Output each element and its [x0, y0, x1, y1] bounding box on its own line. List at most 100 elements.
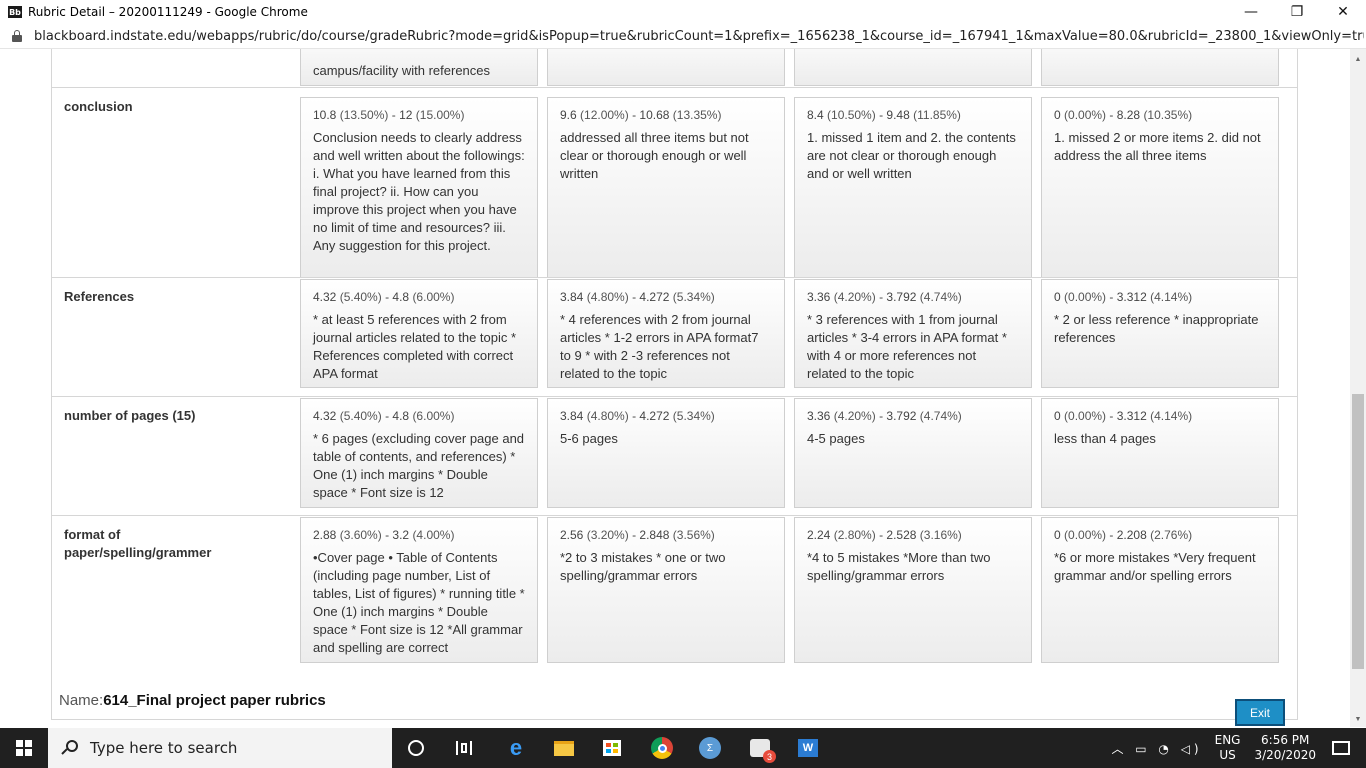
points-range: 0 (0.00%) - 3.312 (4.14%) [1054, 290, 1193, 304]
cell-description: *4 to 5 mistakes *More than two spelling… [807, 550, 991, 583]
points-range: 2.88 (3.60%) - 3.2 (4.00%) [313, 528, 455, 542]
cell-description: Conclusion needs to clearly address and … [313, 130, 525, 253]
rubric-cell[interactable]: 2.24 (2.80%) - 2.528 (3.16%) *4 to 5 mis… [794, 517, 1032, 663]
notification-center-icon[interactable] [1332, 741, 1350, 755]
rubric-cell[interactable]: 4.32 (5.40%) - 4.8 (6.00%) * 6 pages (ex… [300, 398, 538, 508]
chrome-icon[interactable] [650, 736, 674, 760]
rubric-cell[interactable] [547, 49, 785, 86]
file-explorer-icon[interactable] [552, 736, 576, 760]
url-text[interactable]: blackboard.indstate.edu/webapps/rubric/d… [34, 29, 1364, 44]
windows-taskbar: Type here to search e Σ 3 W ︿ ▭ ◔ ◁) ENG… [0, 728, 1366, 768]
cell-description: 1. missed 2 or more items 2. did not add… [1054, 130, 1261, 163]
rubric-cell[interactable]: 9.6 (12.00%) - 10.68 (13.35%) addressed … [547, 97, 785, 278]
rubric-cell[interactable]: 4.32 (5.40%) - 4.8 (6.00%) * at least 5 … [300, 279, 538, 388]
points-range: 3.36 (4.20%) - 3.792 (4.74%) [807, 409, 962, 423]
rubric-cell[interactable]: 0 (0.00%) - 3.312 (4.14%) less than 4 pa… [1041, 398, 1279, 508]
points-range: 3.84 (4.80%) - 4.272 (5.34%) [560, 290, 715, 304]
points-range: 4.32 (5.40%) - 4.8 (6.00%) [313, 409, 455, 423]
scroll-thumb[interactable] [1352, 394, 1364, 669]
criterion-label: number of pages (15) [64, 408, 196, 423]
criterion-label: References [64, 289, 135, 304]
rubric-cell[interactable]: 3.84 (4.80%) - 4.272 (5.34%) 5-6 pages [547, 398, 785, 508]
cell-description: *2 to 3 mistakes * one or two spelling/g… [560, 550, 726, 583]
rubric-cell[interactable] [1041, 49, 1279, 86]
rubric-cell[interactable]: 8.4 (10.50%) - 9.48 (11.85%) 1. missed 1… [794, 97, 1032, 278]
rubric-cell[interactable]: campus/facility with references [300, 49, 538, 86]
language-indicator[interactable]: ENG US [1215, 733, 1241, 763]
window-controls: — ❐ ✕ [1228, 0, 1366, 24]
restore-button[interactable]: ❐ [1274, 0, 1320, 24]
criterion-label: format of paper/spelling/grammer [64, 527, 212, 560]
lock-icon[interactable] [12, 30, 22, 42]
cell-description: less than 4 pages [1054, 431, 1156, 446]
rubric-cell[interactable]: 3.84 (4.80%) - 4.272 (5.34%) * 4 referen… [547, 279, 785, 388]
app-icon-with-badge[interactable]: 3 [748, 736, 776, 763]
scroll-up-arrow-icon[interactable]: ▲ [1350, 51, 1366, 67]
close-button[interactable]: ✕ [1320, 0, 1366, 24]
rubric-grid: campus/facility with references conclusi… [51, 49, 1298, 720]
rubric-row-number-of-pages: number of pages (15) 4.32 (5.40%) - 4.8 … [52, 396, 1297, 515]
cortana-icon[interactable] [404, 736, 428, 760]
cell-description: addressed all three items but not clear … [560, 130, 749, 181]
points-range: 4.32 (5.40%) - 4.8 (6.00%) [313, 290, 455, 304]
rubric-row-references: References 4.32 (5.40%) - 4.8 (6.00%) * … [52, 277, 1297, 396]
minimize-button[interactable]: — [1228, 0, 1274, 24]
cell-description: * 2 or less reference * inappropriate re… [1054, 312, 1259, 345]
cell-description: * 3 references with 1 from journal artic… [807, 312, 1007, 381]
rubric-row-format: format of paper/spelling/grammer 2.88 (3… [52, 515, 1297, 669]
cell-description: 1. missed 1 item and 2. the contents are… [807, 130, 1016, 181]
notification-badge: 3 [763, 750, 776, 763]
page-content: campus/facility with references conclusi… [0, 49, 1350, 727]
points-range: 3.84 (4.80%) - 4.272 (5.34%) [560, 409, 715, 423]
cell-description: •Cover page • Table of Contents (includi… [313, 550, 525, 655]
rubric-cell[interactable]: 0 (0.00%) - 2.208 (2.76%) *6 or more mis… [1041, 517, 1279, 663]
rubric-name: Name:614_Final project paper rubrics [59, 692, 326, 709]
points-range: 0 (0.00%) - 3.312 (4.14%) [1054, 409, 1193, 423]
rubric-row-partial: campus/facility with references [52, 49, 1297, 87]
points-range: 2.56 (3.20%) - 2.848 (3.56%) [560, 528, 715, 542]
blackboard-logo-icon: Bb [8, 6, 22, 18]
rubric-cell[interactable]: 3.36 (4.20%) - 3.792 (4.74%) 4-5 pages [794, 398, 1032, 508]
rubric-row-conclusion: conclusion 10.8 (13.50%) - 12 (15.00%) C… [52, 87, 1297, 278]
cell-description: 5-6 pages [560, 431, 618, 446]
rubric-cell[interactable]: 10.8 (13.50%) - 12 (15.00%) Conclusion n… [300, 97, 538, 278]
points-range: 2.24 (2.80%) - 2.528 (3.16%) [807, 528, 962, 542]
cell-description: * 4 references with 2 from journal artic… [560, 312, 759, 381]
rubric-cell[interactable]: 3.36 (4.20%) - 3.792 (4.74%) * 3 referen… [794, 279, 1032, 388]
points-range: 0 (0.00%) - 2.208 (2.76%) [1054, 528, 1193, 542]
criterion-label: conclusion [64, 99, 133, 114]
scroll-down-arrow-icon[interactable]: ▼ [1350, 711, 1366, 727]
points-range: 8.4 (10.50%) - 9.48 (11.85%) [807, 108, 961, 122]
rubric-cell[interactable]: 2.88 (3.60%) - 3.2 (4.00%) •Cover page •… [300, 517, 538, 663]
taskbar-search-box[interactable]: Type here to search [48, 728, 392, 768]
window-title: Rubric Detail – 20200111249 - Google Chr… [28, 5, 308, 19]
points-range: 9.6 (12.00%) - 10.68 (13.35%) [560, 108, 722, 122]
cell-description: campus/facility with references [313, 63, 491, 78]
search-icon [61, 740, 78, 756]
cell-description: * 6 pages (excluding cover page and tabl… [313, 431, 525, 500]
start-button[interactable] [0, 728, 48, 768]
system-tray: ︿ ▭ ◔ ◁) ENG US 6:56 PM 3/20/2020 [1111, 728, 1366, 768]
cell-description: 4-5 pages [807, 431, 865, 446]
task-view-icon[interactable] [452, 736, 476, 760]
address-bar[interactable]: blackboard.indstate.edu/webapps/rubric/d… [0, 24, 1366, 49]
points-range: 3.36 (4.20%) - 3.792 (4.74%) [807, 290, 962, 304]
points-range: 0 (0.00%) - 8.28 (10.35%) [1054, 108, 1193, 122]
cell-description: *6 or more mistakes *Very frequent gramm… [1054, 550, 1256, 583]
rubric-cell[interactable]: 0 (0.00%) - 8.28 (10.35%) 1. missed 2 or… [1041, 97, 1279, 278]
windows-logo-icon [16, 740, 32, 756]
word-app-icon[interactable]: W [796, 736, 820, 760]
cell-description: * at least 5 references with 2 from jour… [313, 312, 517, 381]
rubric-cell[interactable]: 2.56 (3.20%) - 2.848 (3.56%) *2 to 3 mis… [547, 517, 785, 663]
store-icon[interactable] [600, 736, 624, 760]
window-titlebar: Bb Rubric Detail – 20200111249 - Google … [0, 0, 1366, 24]
edge-browser-icon[interactable]: e [504, 735, 528, 760]
points-range: 10.8 (13.50%) - 12 (15.00%) [313, 108, 465, 122]
clock[interactable]: 6:56 PM 3/20/2020 [1254, 733, 1316, 763]
rubric-cell[interactable] [794, 49, 1032, 86]
exit-button[interactable]: Exit [1235, 699, 1285, 726]
rubric-cell[interactable]: 0 (0.00%) - 3.312 (4.14%) * 2 or less re… [1041, 279, 1279, 388]
vertical-scrollbar[interactable]: ▲ ▼ [1350, 49, 1366, 727]
tray-icons[interactable]: ︿ ▭ ◔ ◁) [1111, 740, 1202, 757]
math-app-icon[interactable]: Σ [698, 736, 722, 760]
